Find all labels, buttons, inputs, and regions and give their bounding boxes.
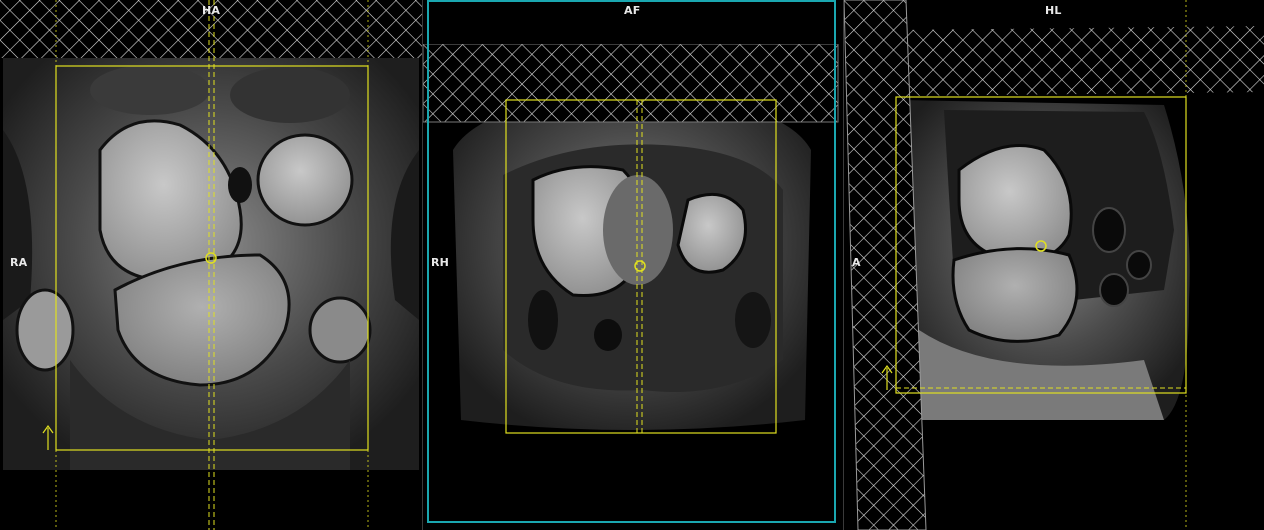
- planning-overlay: [881, 0, 1187, 530]
- orientation-label-top: AF: [624, 4, 641, 17]
- orientation-label-top: HA: [202, 4, 221, 17]
- circle-marker-icon[interactable]: [1035, 240, 1047, 252]
- orientation-label-top: HL: [1045, 4, 1062, 17]
- circle-marker-icon[interactable]: [634, 260, 646, 272]
- orientation-label-left: RH: [431, 256, 450, 269]
- viewport-sagittal[interactable]: HL A: [844, 0, 1264, 530]
- viewport-axial[interactable]: AF RH: [423, 0, 843, 530]
- planning-box[interactable]: [895, 96, 1187, 394]
- orientation-label-left: A: [852, 256, 861, 269]
- up-arrow-icon: [881, 364, 893, 390]
- viewport-coronal[interactable]: HA RA: [0, 0, 422, 530]
- orientation-label-left: RA: [10, 256, 28, 269]
- planning-box[interactable]: [55, 65, 369, 451]
- up-arrow-icon: [42, 424, 54, 450]
- planning-overlay: [42, 0, 369, 530]
- planning-overlay: [505, 99, 777, 434]
- planning-box[interactable]: [505, 99, 777, 434]
